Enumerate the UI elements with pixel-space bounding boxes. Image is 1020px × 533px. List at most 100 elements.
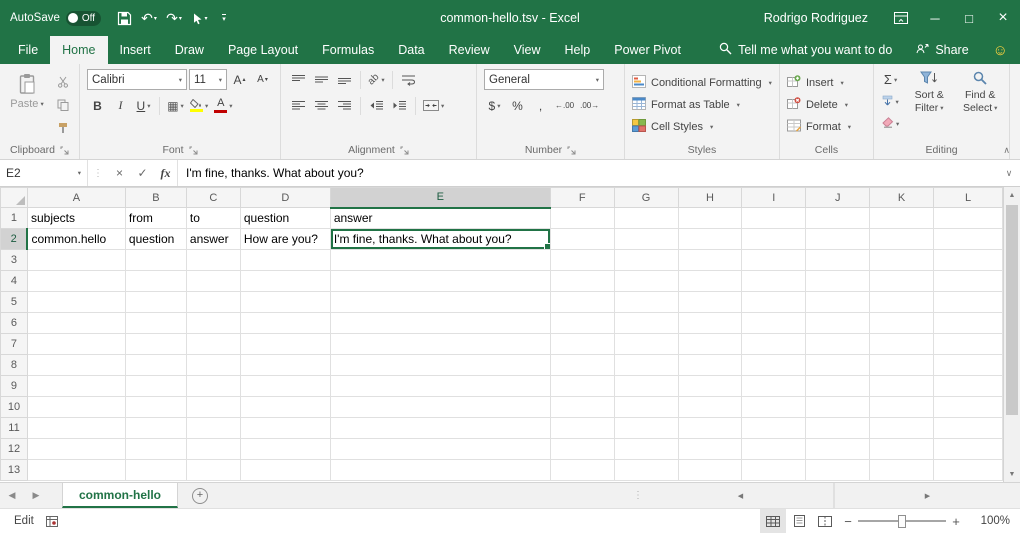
cell-K7[interactable] xyxy=(870,334,934,355)
column-header-L[interactable]: L xyxy=(934,188,1003,208)
ribbon-tab-formulas[interactable]: Formulas xyxy=(310,36,386,64)
autosum-button[interactable]: Σ▾ xyxy=(880,69,901,90)
cell-D9[interactable] xyxy=(240,376,330,397)
fill-color-button[interactable]: ▾ xyxy=(188,95,210,116)
formula-bar-expand-button[interactable]: ∨ xyxy=(998,168,1020,179)
cell-D4[interactable] xyxy=(240,271,330,292)
cell-E12[interactable] xyxy=(330,439,550,460)
column-header-A[interactable]: A xyxy=(27,188,125,208)
cell-D5[interactable] xyxy=(240,292,330,313)
cell-G11[interactable] xyxy=(614,418,678,439)
orientation-button[interactable]: ab▾ xyxy=(366,69,387,90)
minimize-button[interactable]: ─ xyxy=(918,0,952,36)
cell-B3[interactable] xyxy=(125,250,186,271)
row-header-12[interactable]: 12 xyxy=(1,439,28,460)
cell-G1[interactable] xyxy=(614,208,678,229)
cell-G2[interactable] xyxy=(614,229,678,250)
copy-button[interactable] xyxy=(52,94,73,115)
cell-E6[interactable] xyxy=(330,313,550,334)
cell-H8[interactable] xyxy=(678,355,742,376)
fill-button[interactable]: ▾ xyxy=(880,91,901,112)
cell-J6[interactable] xyxy=(806,313,870,334)
cell-I10[interactable] xyxy=(742,397,806,418)
clear-button[interactable]: ▾ xyxy=(880,113,901,134)
maximize-button[interactable]: □ xyxy=(952,0,986,36)
cell-J9[interactable] xyxy=(806,376,870,397)
cell-L8[interactable] xyxy=(934,355,1003,376)
accounting-format-button[interactable]: $▾ xyxy=(484,95,505,116)
wrap-text-button[interactable] xyxy=(398,69,419,90)
sheet-nav-left-arrow[interactable]: ◀ xyxy=(0,483,24,508)
cell-B6[interactable] xyxy=(125,313,186,334)
row-header-8[interactable]: 8 xyxy=(1,355,28,376)
delete-cells-button[interactable]: Delete▾ xyxy=(787,94,866,116)
find-select-button[interactable]: Find & Select▾ xyxy=(957,68,1003,141)
zoom-slider-thumb[interactable] xyxy=(898,515,906,528)
cell-E1[interactable]: answer xyxy=(330,208,550,229)
vertical-scroll-track[interactable] xyxy=(1004,203,1020,466)
cell-L9[interactable] xyxy=(934,376,1003,397)
cell-J1[interactable] xyxy=(806,208,870,229)
cell-B9[interactable] xyxy=(125,376,186,397)
ribbon-tab-draw[interactable]: Draw xyxy=(163,36,216,64)
cell-I3[interactable] xyxy=(742,250,806,271)
cell-D7[interactable] xyxy=(240,334,330,355)
row-header-13[interactable]: 13 xyxy=(1,460,28,481)
cell-D8[interactable] xyxy=(240,355,330,376)
cell-G8[interactable] xyxy=(614,355,678,376)
cell-F13[interactable] xyxy=(550,460,614,481)
cell-C11[interactable] xyxy=(186,418,240,439)
align-top-button[interactable] xyxy=(288,69,309,90)
cell-K9[interactable] xyxy=(870,376,934,397)
cell-A2[interactable]: common.hello xyxy=(27,229,125,250)
row-header-7[interactable]: 7 xyxy=(1,334,28,355)
column-header-I[interactable]: I xyxy=(742,188,806,208)
cell-A10[interactable] xyxy=(27,397,125,418)
align-center-button[interactable] xyxy=(311,95,332,116)
cell-E7[interactable] xyxy=(330,334,550,355)
enter-entry-button[interactable]: ✓ xyxy=(131,166,154,180)
cell-A4[interactable] xyxy=(27,271,125,292)
cell-C10[interactable] xyxy=(186,397,240,418)
alignment-dialog-launcher[interactable] xyxy=(400,146,409,155)
cell-L13[interactable] xyxy=(934,460,1003,481)
cell-A11[interactable] xyxy=(27,418,125,439)
column-header-G[interactable]: G xyxy=(614,188,678,208)
cell-D13[interactable] xyxy=(240,460,330,481)
comma-style-button[interactable]: , xyxy=(530,95,551,116)
cell-G13[interactable] xyxy=(614,460,678,481)
ribbon-tab-power-pivot[interactable]: Power Pivot xyxy=(602,36,693,64)
horizontal-scroll-track[interactable] xyxy=(833,483,835,508)
ribbon-tab-file[interactable]: File xyxy=(6,36,50,64)
cell-D2[interactable]: How are you? xyxy=(240,229,330,250)
tab-scroll-splitter[interactable]: ⋮ xyxy=(628,490,648,501)
cell-K4[interactable] xyxy=(870,271,934,292)
share-button[interactable]: Share xyxy=(916,42,968,58)
conditional-formatting-button[interactable]: Conditional Formatting▾ xyxy=(632,72,772,94)
font-name-combo[interactable]: Calibri▾ xyxy=(87,69,187,90)
underline-button[interactable]: U▾ xyxy=(133,95,154,116)
cell-H1[interactable] xyxy=(678,208,742,229)
borders-button[interactable]: ▦▾ xyxy=(165,95,186,116)
cell-I2[interactable] xyxy=(742,229,806,250)
cell-L3[interactable] xyxy=(934,250,1003,271)
cell-B7[interactable] xyxy=(125,334,186,355)
cell-K5[interactable] xyxy=(870,292,934,313)
redo-button[interactable]: ↷▾ xyxy=(163,5,185,31)
cell-H12[interactable] xyxy=(678,439,742,460)
cell-C3[interactable] xyxy=(186,250,240,271)
cell-F3[interactable] xyxy=(550,250,614,271)
cut-button[interactable] xyxy=(52,71,73,92)
row-header-2[interactable]: 2 xyxy=(1,229,28,250)
cell-G6[interactable] xyxy=(614,313,678,334)
cell-I7[interactable] xyxy=(742,334,806,355)
cell-A13[interactable] xyxy=(27,460,125,481)
cell-I11[interactable] xyxy=(742,418,806,439)
align-middle-button[interactable] xyxy=(311,69,332,90)
cell-G10[interactable] xyxy=(614,397,678,418)
cell-F2[interactable] xyxy=(550,229,614,250)
column-header-C[interactable]: C xyxy=(186,188,240,208)
cell-J7[interactable] xyxy=(806,334,870,355)
scroll-left-arrow[interactable]: ◀ xyxy=(648,488,833,504)
cell-H9[interactable] xyxy=(678,376,742,397)
